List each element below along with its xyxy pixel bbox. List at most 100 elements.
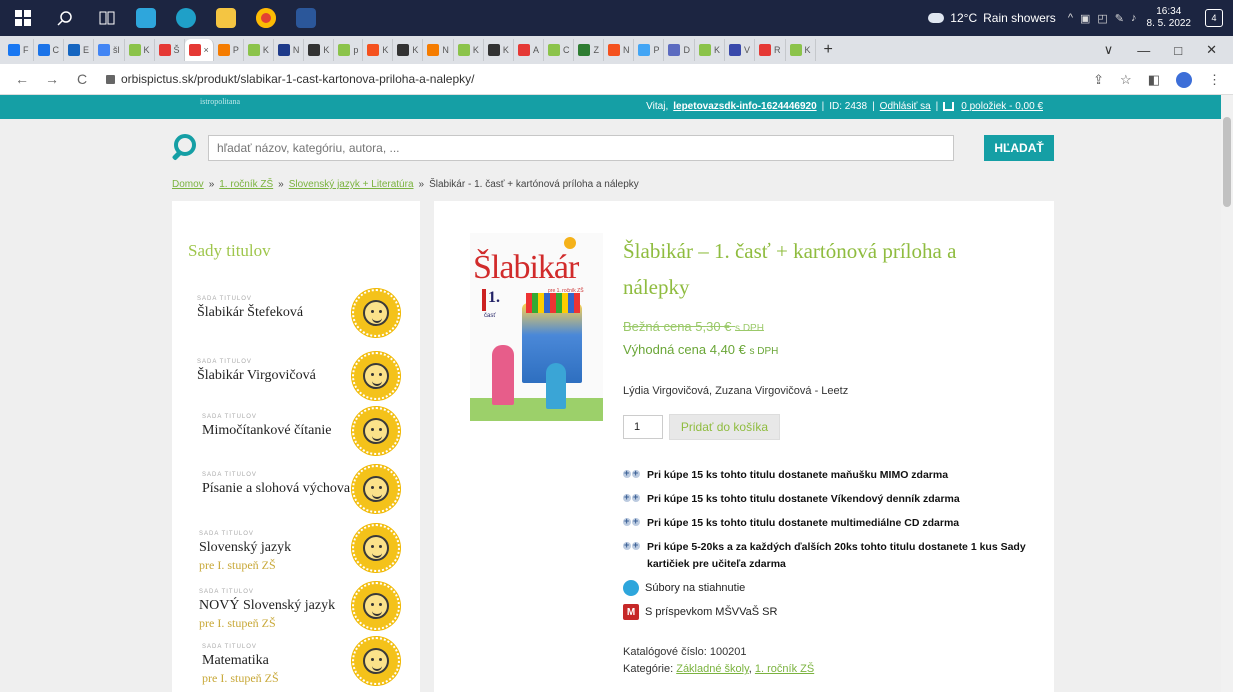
lock-icon[interactable] [106,74,115,84]
network-icon[interactable]: ◰ [1097,12,1107,25]
back-button[interactable]: ← [14,71,30,87]
browser-tab[interactable]: K [125,39,155,61]
set-face-icon[interactable] [352,637,400,685]
share-icon[interactable]: ⇪ [1093,72,1104,88]
browser-tab[interactable]: K [786,39,816,61]
close-button[interactable]: ✕ [1206,42,1217,58]
browser-tab[interactable]: K [304,39,335,61]
browser-tab[interactable]: N [274,39,305,61]
new-tab-button[interactable]: + [824,41,833,59]
forward-button[interactable]: → [44,71,60,87]
system-tray[interactable]: ^ ▣ ◰ ✎ ♪ [1068,12,1137,25]
set-face-icon[interactable] [352,524,400,572]
sidebar-set-item[interactable]: SADA TITULOV Písanie a slohová výchova [172,459,420,517]
browser-tab[interactable]: P [634,39,665,61]
tray-apps-icon[interactable]: ▣ [1080,12,1090,25]
browser-tab[interactable]: Š [155,39,185,61]
quantity-input[interactable]: 1 [623,415,663,439]
edge-icon[interactable] [176,8,196,28]
browser-tab[interactable]: N [604,39,635,61]
notification-icon[interactable]: 4 [1205,9,1223,27]
browser-tab[interactable]: K [484,39,514,61]
file-explorer-icon[interactable] [216,8,236,28]
browser-tab[interactable]: K [695,39,725,61]
set-name[interactable]: NOVÝ Slovenský jazyk [199,598,349,614]
word-icon[interactable] [296,8,316,28]
add-to-cart-button[interactable]: Pridať do košíka [669,414,780,440]
browser-tab[interactable]: šl [94,39,125,61]
browser-tab[interactable]: D [664,39,695,61]
task-view-icon[interactable] [96,7,118,29]
browser-tab[interactable]: × [184,39,214,61]
browser-tab[interactable]: K [363,39,394,61]
scrollbar-thumb[interactable] [1223,117,1231,207]
sidebar-set-item[interactable]: SADA TITULOV NOVÝ Slovenský jazyk pre I. s… [172,576,420,634]
browser-tab[interactable]: K [244,39,274,61]
downloads-label[interactable]: Súbory na stiahnutie [645,582,745,594]
maximize-button[interactable]: □ [1174,43,1182,58]
sidebar-set-item[interactable]: SADA TITULOV Šlabikár Štefeková [172,283,420,341]
side-panel-icon[interactable]: ◧ [1148,72,1160,88]
category-link[interactable]: 1. ročník ZŠ [755,663,814,675]
username-link[interactable]: lepetovazsdk-info-1624446920 [673,101,816,112]
tab-search-button[interactable]: ∨ [1104,42,1114,58]
weather-widget[interactable]: 12°C Rain showers [928,11,1056,25]
set-name[interactable]: Slovenský jazyk [199,540,349,556]
files-app-icon[interactable] [136,8,156,28]
logout-link[interactable]: Odhlásiť sa [880,101,931,112]
sidebar-set-item[interactable]: SADA TITULOV Šlabikár Virgovičová [172,346,420,404]
browser-tab[interactable]: C [34,39,64,61]
set-name[interactable]: Šlabikár Virgovičová [197,368,347,384]
user-id: ID: 2438 [829,101,868,112]
search-button[interactable]: HĽADAŤ [984,135,1054,161]
reload-button[interactable]: C [74,71,90,87]
set-face-icon[interactable] [352,289,400,337]
windows-start-icon[interactable] [12,7,34,29]
search-input[interactable] [207,135,955,161]
cart-link[interactable]: 0 položiek - 0,00 € [961,101,1043,112]
breadcrumb-home[interactable]: Domov [172,179,204,190]
sidebar-set-item[interactable]: SADA TITULOV Matematika pre I. stupeň ZŠ [172,631,420,689]
bookmark-star-icon[interactable]: ☆ [1120,72,1132,88]
product-cover-image[interactable]: Šlabikár pre 1. ročník ZŠ 1. časť [470,233,603,421]
minimize-button[interactable]: — [1137,43,1150,58]
browser-tab[interactable]: V [725,39,755,61]
search-icon[interactable] [54,7,76,29]
browser-tab[interactable]: K [393,39,424,61]
tray-arrow-icon[interactable]: ^ [1068,12,1073,25]
sidebar-set-item[interactable]: SADA TITULOV Slovenský jazyk pre I. stupeň… [172,518,420,576]
browser-tab[interactable]: p [334,39,364,61]
browser-tab[interactable]: F [4,39,34,61]
set-name[interactable]: Mimočítankové čítanie [202,423,352,439]
set-face-icon[interactable] [352,352,400,400]
category-link[interactable]: Základné školy [676,663,749,675]
set-name[interactable]: Matematika [202,653,352,669]
chrome-icon[interactable] [256,8,276,28]
browser-tab[interactable]: C [544,39,575,61]
browser-tab[interactable]: A [514,39,544,61]
address-bar[interactable]: orbispictus.sk/produkt/slabikar-1-cast-k… [121,72,474,86]
profile-avatar[interactable] [1176,71,1192,88]
sidebar-set-item[interactable]: SADA TITULOV Mimočítankové čítanie [172,401,420,459]
browser-tab[interactable]: Z [574,39,604,61]
pen-icon[interactable]: ✎ [1115,12,1124,25]
browser-tab[interactable]: N [423,39,454,61]
browser-tab[interactable]: K [454,39,484,61]
set-face-icon[interactable] [352,582,400,630]
downloads-link[interactable]: Súbory na stiahnutie [623,580,1043,596]
browser-tab[interactable]: E [64,39,95,61]
set-name[interactable]: Šlabikár Štefeková [197,305,347,321]
set-name[interactable]: Písanie a slohová výchova [202,481,352,497]
brand-logo[interactable]: istropolitana [200,97,240,106]
browser-tab[interactable]: P [214,39,244,61]
page-scrollbar[interactable] [1221,95,1233,692]
cart-icon[interactable] [943,102,955,111]
volume-icon[interactable]: ♪ [1131,12,1137,25]
browser-menu-icon[interactable]: ⋮ [1208,72,1221,88]
set-face-icon[interactable] [352,407,400,455]
clock[interactable]: 16:34 8. 5. 2022 [1147,6,1191,30]
breadcrumb-level2[interactable]: Slovenský jazyk + Literatúra [289,179,414,190]
set-face-icon[interactable] [352,465,400,513]
browser-tab[interactable]: R [755,39,786,61]
breadcrumb-level1[interactable]: 1. ročník ZŠ [219,179,273,190]
